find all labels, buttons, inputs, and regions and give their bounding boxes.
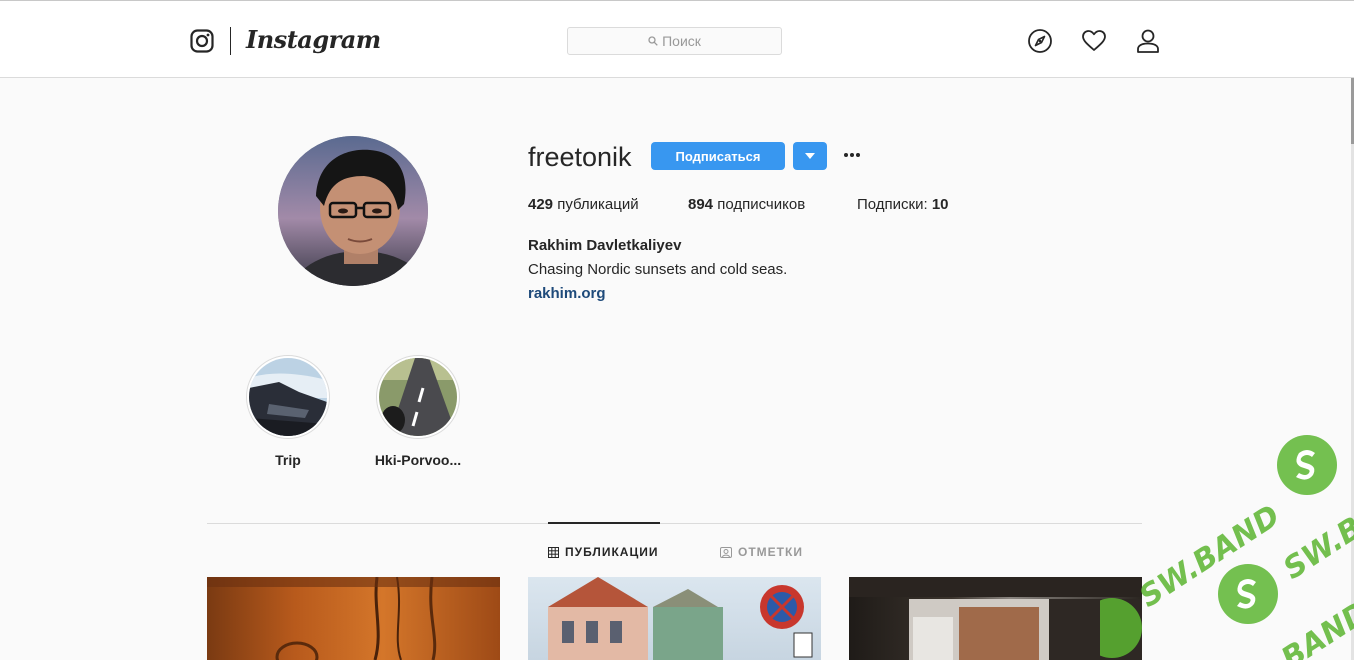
profile-full-name: Rakhim Davletkaliyev — [528, 237, 682, 254]
highlight-ring — [376, 355, 460, 439]
highlight-label: Hki-Porvoo... — [374, 452, 462, 468]
explore-compass-icon[interactable] — [1027, 28, 1053, 54]
stat-posts: 429 публикаций — [528, 196, 639, 213]
posts-label: публикаций — [557, 196, 639, 213]
highlight-cover-image — [249, 358, 327, 436]
dot-icon — [850, 153, 854, 157]
profile-avatar[interactable] — [278, 136, 428, 286]
logo-divider — [230, 27, 231, 55]
highlight-ring — [246, 355, 330, 439]
following-count: 10 — [931, 196, 949, 213]
highlight-trip[interactable]: Trip — [233, 355, 343, 468]
following-label: Подписки: — [857, 196, 928, 213]
search-input[interactable]: Поиск — [567, 27, 782, 55]
posts-count: 429 — [528, 196, 554, 213]
search-placeholder: Поиск — [662, 33, 701, 49]
post-thumbnail[interactable] — [207, 577, 500, 660]
followers-label: подписчиков — [717, 196, 806, 213]
caret-down-icon — [805, 153, 815, 159]
stat-following[interactable]: Подписки: 10 — [857, 196, 949, 213]
tagged-person-icon — [720, 546, 732, 558]
follow-button[interactable]: Подписаться — [651, 142, 785, 170]
profile-person-icon[interactable] — [1135, 28, 1161, 54]
svg-text:SW.B: SW.B — [1277, 510, 1354, 586]
tab-posts[interactable]: ПУБЛИКАЦИИ — [548, 545, 658, 559]
profile-bio: Chasing Nordic sunsets and cold seas. — [528, 261, 788, 278]
highlight-cover-image — [379, 358, 457, 436]
dot-icon — [856, 153, 860, 157]
svg-text:BAND: BAND — [1275, 595, 1354, 660]
post-thumbnail[interactable] — [849, 577, 1142, 660]
more-options-button[interactable] — [840, 143, 864, 167]
instagram-wordmark[interactable]: Instagram — [246, 25, 381, 54]
tab-tagged[interactable]: ОТМЕТКИ — [720, 545, 803, 559]
profile-username: freetonik — [528, 142, 632, 172]
active-tab-indicator — [548, 522, 660, 524]
post-thumbnail[interactable] — [528, 577, 821, 660]
highlight-label: Trip — [275, 452, 301, 468]
suggestions-dropdown-button[interactable] — [793, 142, 827, 170]
tabs-divider — [207, 523, 1142, 524]
profile-website-link[interactable]: rakhim.org — [528, 285, 606, 302]
instagram-glyph-icon[interactable] — [190, 29, 214, 53]
tab-tagged-label: ОТМЕТКИ — [738, 545, 803, 559]
activity-heart-icon[interactable] — [1081, 28, 1107, 54]
search-icon — [648, 36, 658, 46]
top-nav: Instagram Поиск — [0, 0, 1354, 78]
grid-icon — [548, 546, 559, 558]
followers-count: 894 — [688, 196, 714, 213]
dot-icon — [844, 153, 848, 157]
stat-followers[interactable]: 894 подписчиков — [688, 196, 805, 213]
highlight-hki-porvoo[interactable]: Hki-Porvoo... — [363, 355, 473, 468]
tab-posts-label: ПУБЛИКАЦИИ — [565, 545, 659, 559]
svg-text:SW.BAND: SW.BAND — [1133, 498, 1286, 614]
